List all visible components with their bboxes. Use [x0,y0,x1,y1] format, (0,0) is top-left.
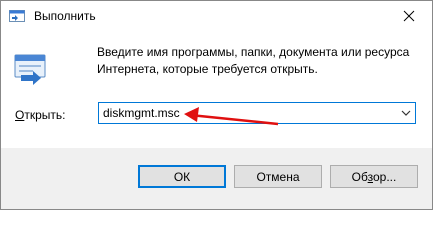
dialog-description: Введите имя программы, папки, документа … [97,44,417,78]
open-label-mnemonic: О [15,108,25,122]
close-icon [403,10,415,22]
window-title: Выполнить [34,9,96,23]
open-label: Открыть: [15,108,65,122]
title-bar[interactable]: Выполнить [1,1,432,31]
run-dialog-icon [13,51,49,87]
close-button[interactable] [386,1,432,31]
description-line-2: Интернета, которые требуется открыть. [97,62,318,76]
ok-button[interactable]: ОК [138,165,226,188]
browse-label-rest: ор... [372,169,397,184]
browse-button[interactable]: Обзор... [330,165,418,188]
cancel-button-label: Отмена [256,169,300,184]
run-dialog-window: Выполнить Введите имя программы, папки, … [0,0,433,210]
dropdown-button[interactable] [397,103,415,123]
description-line-1: Введите имя программы, папки, документа … [97,45,410,59]
cancel-button[interactable]: Отмена [234,165,322,188]
browse-label-prefix: Об [351,169,368,184]
run-app-icon [9,9,25,23]
command-combobox[interactable] [98,102,416,124]
open-label-rest: ткрыть: [24,108,66,122]
ok-button-label: ОК [173,169,191,184]
browse-button-label: Обзор... [352,170,397,184]
chevron-down-icon [401,110,411,116]
command-input[interactable] [99,103,395,123]
